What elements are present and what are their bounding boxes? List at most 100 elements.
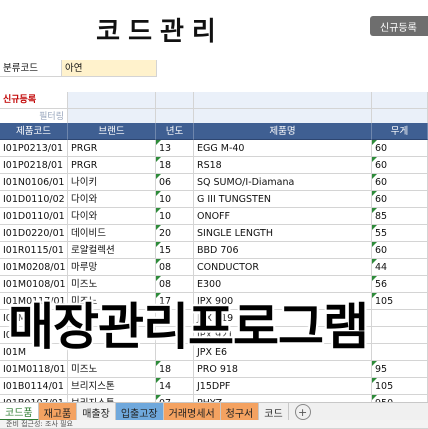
category-row: 분류코드 아연: [0, 60, 428, 77]
cell-product-name[interactable]: G III TUNGSTEN: [194, 191, 372, 208]
cell-brand[interactable]: PRGR: [68, 140, 156, 157]
cell-product-code[interactable]: I01M0208/01: [0, 259, 68, 276]
cell-brand[interactable]: 브리지스톤: [68, 378, 156, 395]
cell-brand[interactable]: 미즈노: [68, 361, 156, 378]
header-brand[interactable]: 브랜드: [68, 123, 156, 140]
cell-product-code[interactable]: I01R0115/01: [0, 242, 68, 259]
cell-text: I01P0218/01: [3, 160, 64, 171]
cell-product-code[interactable]: I01P0213/01: [0, 140, 68, 157]
cell-product-name[interactable]: ONOFF: [194, 208, 372, 225]
cell-weight[interactable]: 44: [372, 259, 428, 276]
cell-brand[interactable]: 나이키: [68, 174, 156, 191]
table-row[interactable]: I01M0118/01 미즈노 18 PRO 918 95: [0, 361, 428, 378]
cell-weight[interactable]: 60: [372, 157, 428, 174]
cell-product-name[interactable]: RS18: [194, 157, 372, 174]
table-row[interactable]: I01P0218/01 PRGR 18 RS18 60: [0, 157, 428, 174]
table-row[interactable]: I01D0110/01 다이와 10 ONOFF 85: [0, 208, 428, 225]
cell-year[interactable]: 08: [156, 276, 194, 293]
add-sheet-icon[interactable]: +: [294, 404, 311, 420]
category-field[interactable]: 아연: [62, 60, 157, 77]
table-row[interactable]: I01D0220/01 데이비드 20 SINGLE LENGTH 55: [0, 225, 428, 242]
cell-year[interactable]: 18: [156, 361, 194, 378]
cell-weight[interactable]: 60: [372, 242, 428, 259]
cell-product-name[interactable]: EGG M-40: [194, 140, 372, 157]
table-row[interactable]: I01P0213/01 PRGR 13 EGG M-40 60: [0, 140, 428, 157]
tab-invoice[interactable]: 거래명세서: [163, 403, 221, 421]
number-as-text-indicator-icon: [156, 361, 161, 366]
cell-brand[interactable]: 로얄컬렉션: [68, 242, 156, 259]
cell-text: PRO 918: [197, 364, 238, 375]
cell-product-code[interactable]: I01P0218/01: [0, 157, 68, 174]
category-label: 분류코드: [0, 60, 62, 77]
cell-year[interactable]: 14: [156, 378, 194, 395]
number-as-text-indicator-icon: [156, 225, 161, 230]
tab-bill[interactable]: 청구서: [220, 403, 260, 421]
number-as-text-indicator-icon: [372, 140, 377, 145]
cell-weight[interactable]: 56: [372, 276, 428, 293]
cell-weight[interactable]: 105: [372, 378, 428, 395]
cell-product-name[interactable]: CONDUCTOR: [194, 259, 372, 276]
header-year[interactable]: 년도: [156, 123, 194, 140]
cell-product-code[interactable]: I01M0118/01: [0, 361, 68, 378]
cell-year[interactable]: 20: [156, 225, 194, 242]
number-as-text-indicator-icon: [156, 259, 161, 264]
table-row[interactable]: I01M0108/01 미즈노 08 E300 56: [0, 276, 428, 293]
header-product-name[interactable]: 제품명: [194, 123, 372, 140]
new-weight-field[interactable]: [372, 92, 428, 109]
cell-brand[interactable]: 다이와: [68, 208, 156, 225]
tab-in-out[interactable]: 입출고장: [115, 403, 164, 421]
cell-weight[interactable]: 55: [372, 225, 428, 242]
tab-sales[interactable]: 매출장: [77, 403, 116, 421]
cell-year[interactable]: 13: [156, 140, 194, 157]
new-registration-button[interactable]: 신규등록: [370, 16, 428, 36]
cell-year[interactable]: 10: [156, 191, 194, 208]
cell-text: 나이키: [71, 177, 98, 188]
cell-text: I01N0106/01: [3, 177, 65, 188]
cell-year[interactable]: 10: [156, 208, 194, 225]
cell-weight[interactable]: 60: [372, 191, 428, 208]
table-row[interactable]: I01B0114/01 브리지스톤 14 J15DPF 105: [0, 378, 428, 395]
cell-weight[interactable]: 60: [372, 174, 428, 191]
tab-code-products[interactable]: 코드품: [0, 403, 39, 421]
cell-year[interactable]: 08: [156, 259, 194, 276]
table-row[interactable]: I01D0110/02 다이와 10 G III TUNGSTEN 60: [0, 191, 428, 208]
cell-brand[interactable]: 데이비드: [68, 225, 156, 242]
table-row[interactable]: I01M0208/01 마루망 08 CONDUCTOR 44: [0, 259, 428, 276]
cell-product-name[interactable]: BBD 706: [194, 242, 372, 259]
tab-inventory[interactable]: 재고품: [38, 403, 78, 421]
cell-brand[interactable]: 마루망: [68, 259, 156, 276]
header-product-code[interactable]: 제품코드: [0, 123, 68, 140]
cell-weight[interactable]: 60: [372, 140, 428, 157]
cell-product-code[interactable]: I01D0110/01: [0, 208, 68, 225]
cell-brand[interactable]: 미즈노: [68, 276, 156, 293]
new-product-name-field[interactable]: [194, 92, 372, 109]
cell-weight[interactable]: 95: [372, 361, 428, 378]
tab-code[interactable]: 코드: [259, 403, 289, 421]
cell-product-name[interactable]: SQ SUMO/I-Diamana: [194, 174, 372, 191]
cell-product-name[interactable]: J15DPF: [194, 378, 372, 395]
cell-product-name[interactable]: SINGLE LENGTH: [194, 225, 372, 242]
number-as-text-indicator-icon: [372, 225, 377, 230]
cell-brand[interactable]: PRGR: [68, 157, 156, 174]
number-as-text-indicator-icon: [156, 395, 161, 400]
cell-product-code[interactable]: I01D0220/01: [0, 225, 68, 242]
cell-year[interactable]: 15: [156, 242, 194, 259]
cell-product-name[interactable]: E300: [194, 276, 372, 293]
cell-brand[interactable]: 다이와: [68, 191, 156, 208]
cell-text: 105: [375, 381, 394, 392]
number-as-text-indicator-icon: [156, 242, 161, 247]
cell-product-code[interactable]: I01M0108/01: [0, 276, 68, 293]
cell-year[interactable]: 06: [156, 174, 194, 191]
new-brand-field[interactable]: [68, 92, 156, 109]
cell-product-code[interactable]: I01D0110/02: [0, 191, 68, 208]
cell-year[interactable]: 18: [156, 157, 194, 174]
table-row[interactable]: I01R0115/01 로얄컬렉션 15 BBD 706 60: [0, 242, 428, 259]
cell-weight[interactable]: 85: [372, 208, 428, 225]
new-year-field[interactable]: [156, 92, 194, 109]
cell-product-name[interactable]: PRO 918: [194, 361, 372, 378]
cell-product-code[interactable]: I01N0106/01: [0, 174, 68, 191]
header-weight[interactable]: 무게: [372, 123, 428, 140]
table-row[interactable]: I01N0106/01 나이키 06 SQ SUMO/I-Diamana 60: [0, 174, 428, 191]
cell-product-code[interactable]: I01B0114/01: [0, 378, 68, 395]
status-bar: 준비 접근성: 조사 필요: [0, 420, 428, 428]
